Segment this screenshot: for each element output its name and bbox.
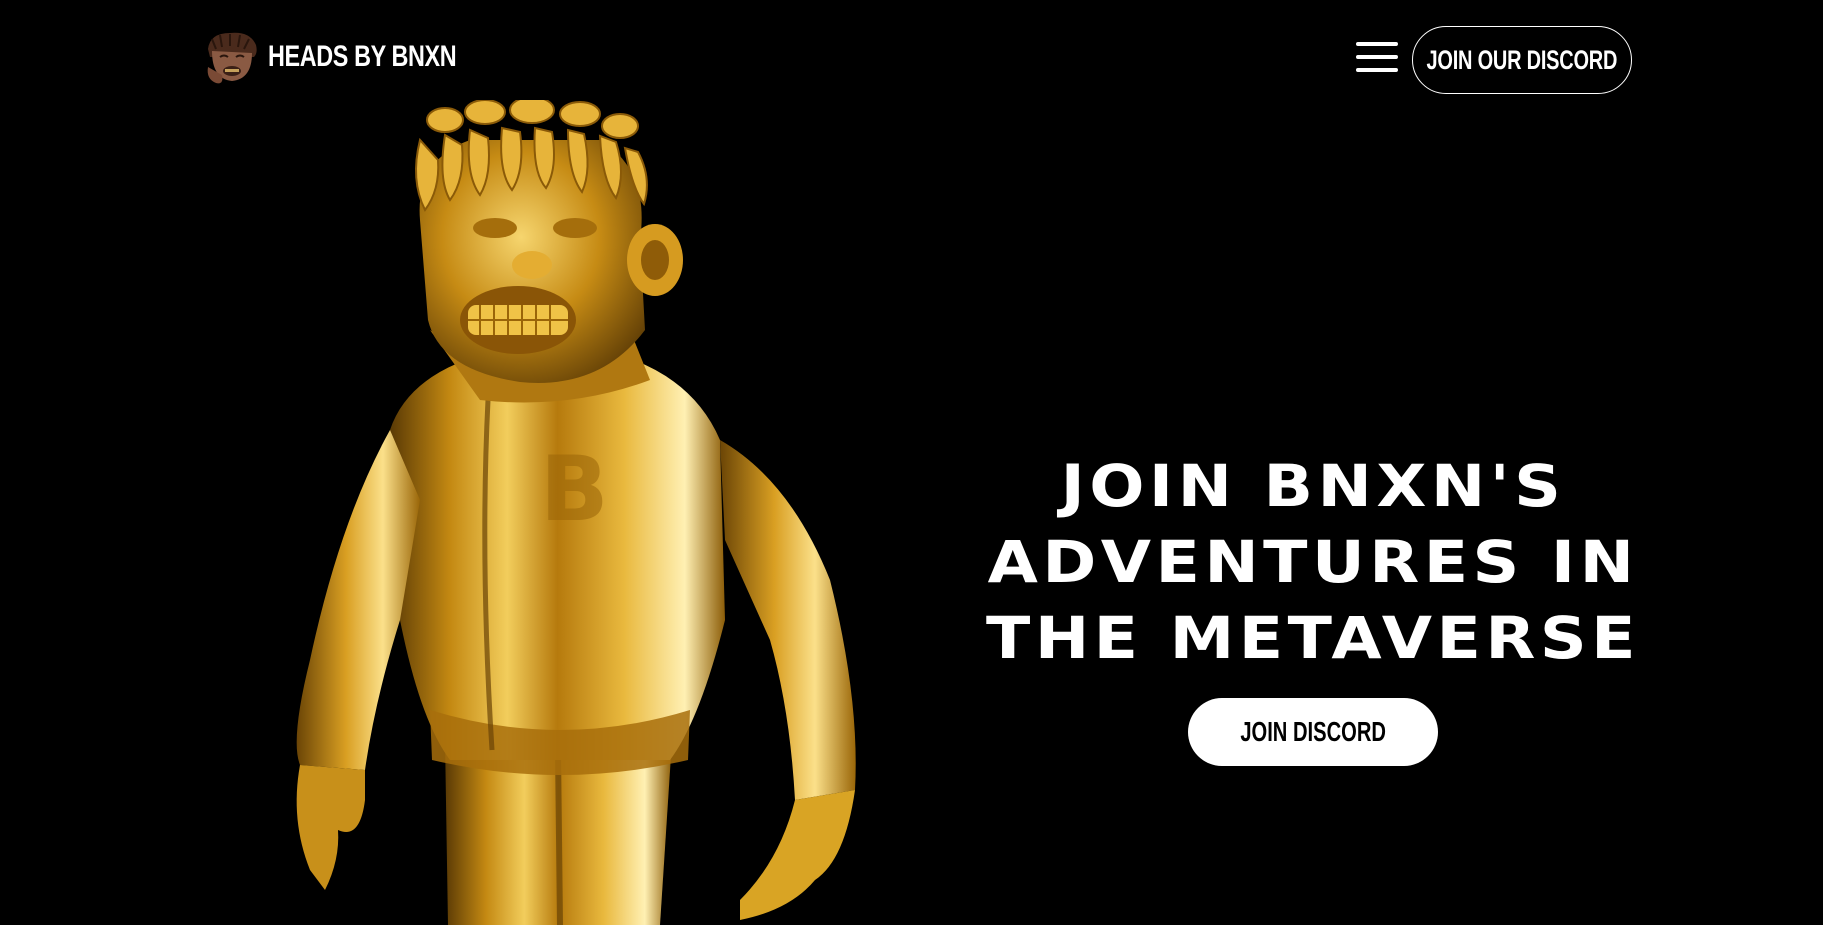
- brand-name: HEADS BY BNXN: [268, 40, 457, 73]
- gold-character-figure: B: [296, 100, 856, 925]
- hero-heading-line-3: THE METAVERSE: [986, 604, 1640, 672]
- hamburger-menu-button[interactable]: [1356, 40, 1400, 74]
- join-discord-label: JOIN DISCORD: [1240, 716, 1386, 747]
- join-our-discord-label: JOIN OUR DISCORD: [1426, 44, 1618, 75]
- brand-link[interactable]: HEADS BY BNXN: [202, 26, 509, 88]
- landing-page: HEADS BY BNXN JOIN OUR DISCORD B JOIN BN…: [0, 0, 1823, 925]
- svg-text:B: B: [540, 437, 609, 542]
- join-our-discord-button[interactable]: JOIN OUR DISCORD: [1412, 26, 1632, 94]
- hero-heading-line-2: ADVENTURES IN: [987, 528, 1639, 596]
- hero-heading-line-1: JOIN BNXN'S: [1060, 452, 1566, 520]
- join-discord-button[interactable]: JOIN DISCORD: [1188, 698, 1438, 766]
- hero-heading: JOIN BNXN'S ADVENTURES IN THE METAVERSE: [918, 448, 1709, 676]
- hamburger-menu-icon: [1356, 42, 1400, 72]
- brand-logo-icon: [207, 32, 257, 84]
